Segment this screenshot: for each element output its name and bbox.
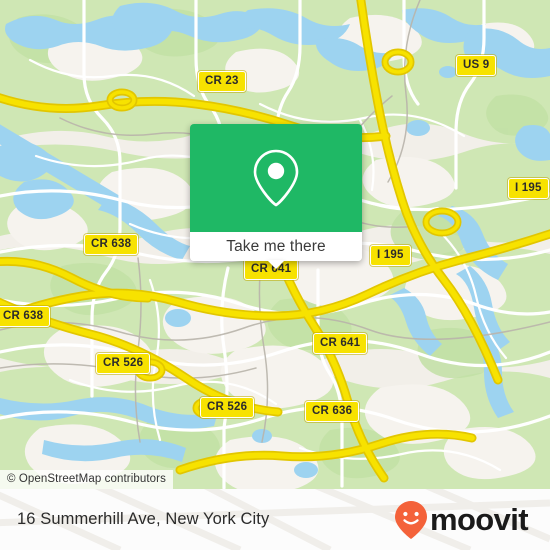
road-shield: US 9 [456, 55, 497, 76]
road-shield: CR 638 [84, 234, 139, 255]
map-attribution[interactable]: © OpenStreetMap contributors [0, 470, 173, 489]
map-pin-icon [253, 149, 299, 207]
place-card-footer[interactable]: Take me there [190, 232, 362, 269]
place-popup-card[interactable]: Take me there [190, 124, 362, 269]
road-shield: CR 526 [200, 397, 255, 418]
map-canvas[interactable]: CR 23 US 9 I 195 I 195 CR 638 CR 638 CR 641 CR … [0, 0, 550, 489]
road-shield: I 195 [370, 245, 411, 266]
road-shield: CR 23 [198, 71, 246, 92]
place-card-header [190, 124, 362, 232]
road-shield: CR 641 [313, 333, 368, 354]
road-shield: I 195 [508, 178, 549, 199]
moovit-wordmark: moovit [429, 502, 529, 537]
road-shield: CR 526 [96, 353, 151, 374]
footer-bar: 16 Summerhill Ave, New York City moovit [0, 489, 550, 550]
popup-pointer-tail [267, 260, 285, 269]
road-shield: CR 638 [0, 306, 51, 327]
moovit-pin-smiley-icon [394, 500, 427, 539]
address-label: 16 Summerhill Ave, New York City [17, 510, 270, 528]
take-me-there-label: Take me there [226, 237, 326, 255]
road-shield: CR 636 [305, 401, 360, 422]
moovit-logo[interactable]: moovit [394, 500, 529, 540]
